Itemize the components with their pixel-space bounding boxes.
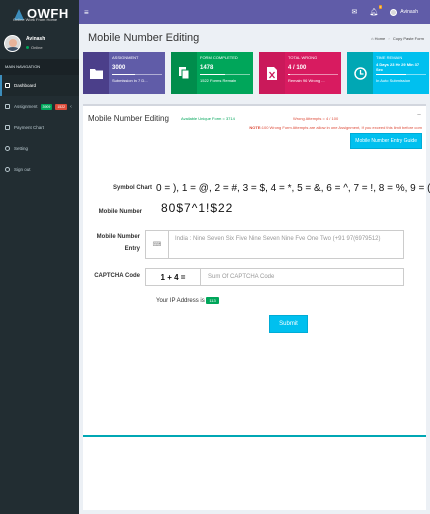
top-user-name[interactable]: Avinash	[400, 9, 418, 15]
ip-value-badge: 113	[206, 297, 219, 304]
note-text: NOTE:100 Wrong Form Attempts are allow i…	[249, 125, 422, 130]
keyboard-icon: ⌨	[146, 231, 169, 258]
entry-guide-button[interactable]: Mobile Number Entry Guide	[350, 133, 422, 149]
envelope-icon[interactable]: ✉	[352, 8, 358, 16]
submit-button[interactable]: Submit	[269, 315, 308, 333]
card-desc: In Auto Submission	[376, 78, 411, 83]
assignment-total-badge: 3909	[40, 103, 53, 110]
gear-icon	[5, 146, 10, 151]
card-title: TIME REMAIN	[376, 55, 403, 60]
chevron-left-icon: ‹	[70, 103, 72, 110]
main-navigation-header: MAIN NAVIGATION	[0, 59, 79, 75]
user-status: Online	[26, 45, 45, 50]
copy-icon	[171, 52, 197, 94]
breadcrumb-home[interactable]: Home	[375, 36, 386, 41]
captcha-field[interactable]: 1 + 4 = Sum Of CAPTCHA Code	[145, 268, 404, 286]
card-title: ASSIGNMENT	[112, 55, 139, 60]
card-assignment: ASSIGNMENT 3000 Submission in 7 D...	[83, 52, 165, 94]
card-number: 4 Days 23 Hr 29 Min 37 Sec	[376, 62, 420, 72]
card-desc: Remain 96 Wrong ...	[288, 78, 325, 83]
card-form-completed: FORM COMPLETED 1478 1522 Forms Remain	[171, 52, 253, 94]
captcha-input-placeholder[interactable]: Sum Of CAPTCHA Code	[201, 274, 274, 280]
mobile-number-label: Mobile Number	[98, 209, 142, 215]
progress-bar	[200, 74, 250, 75]
note-body: 100 Wrong Form Attempts are allow in one…	[261, 125, 422, 130]
home-icon: ⌂	[371, 36, 374, 41]
sidebar-item-assignment[interactable]: Assignment 3909 1522 ‹	[0, 96, 79, 117]
content-area: Mobile Number Editing ⌂ Home › Copy Past…	[79, 24, 430, 514]
credit-card-icon	[5, 125, 10, 130]
assignment-remain-badge: 1522	[55, 103, 68, 110]
note-prefix: NOTE:	[249, 125, 262, 130]
breadcrumb-current: Copy Paste Form	[392, 36, 424, 41]
card-title: TOTAL WRONG	[288, 55, 318, 60]
available-forms-text: Available Unique Form = 3714	[181, 116, 235, 121]
logo-tagline: Online Work From Home	[13, 17, 58, 22]
hamburger-icon[interactable]: ≡	[84, 8, 89, 17]
card-number: 1478	[200, 65, 214, 71]
sidebar-item-setting[interactable]: Setting	[0, 138, 79, 159]
captcha-label: CAPTCHA Code	[94, 273, 140, 279]
top-avatar[interactable]	[390, 8, 398, 16]
ip-label: Your IP Address is	[156, 298, 205, 304]
progress-bar	[376, 74, 426, 75]
sidebar-item-label: Sign out	[14, 167, 31, 172]
collapse-icon[interactable]: −	[417, 112, 421, 119]
edit-icon	[5, 104, 10, 109]
card-desc: Submission in 7 D...	[112, 78, 148, 83]
bell-icon[interactable]: 🔔︎ 0	[369, 5, 383, 16]
user-status-text: Online	[31, 45, 43, 50]
notification-count-badge: 0	[378, 5, 383, 9]
progress-fill	[288, 74, 290, 75]
folder-icon	[83, 52, 109, 94]
avatar	[4, 34, 21, 52]
entry-label-line2: Entry	[124, 246, 140, 252]
card-desc: 1522 Forms Remain	[200, 78, 237, 83]
wrong-attempts-text: Wrong Attempts = 4 / 100	[293, 116, 339, 121]
sidebar-item-sign-out[interactable]: Sign out	[0, 159, 79, 180]
online-dot-icon	[26, 46, 29, 49]
mobile-entry-placeholder[interactable]: India : Nine Seven Six Five Nine Seven N…	[169, 231, 387, 258]
breadcrumb-separator: ›	[388, 36, 390, 41]
lower-panel	[83, 435, 426, 510]
symbol-chart-label: Symbol Chart	[112, 185, 152, 191]
ip-address-line: Your IP Address is 113	[156, 297, 219, 304]
progress-fill	[376, 74, 406, 75]
clock-icon	[347, 52, 373, 94]
progress-fill	[112, 74, 135, 75]
power-icon	[5, 167, 10, 172]
symbol-chart-text: 0 = ), 1 = @, 2 = #, 3 = $, 4 = *, 5 = &…	[156, 183, 430, 194]
logo[interactable]: OWFH	[0, 0, 79, 28]
sidebar: OWFH Online Work From Home Avinash Onlin…	[0, 0, 79, 514]
progress-bar	[288, 74, 338, 75]
card-title: FORM COMPLETED	[200, 55, 238, 60]
card-total-wrong: TOTAL WRONG 4 / 100 Remain 96 Wrong ...	[259, 52, 341, 94]
box-title: Mobile Number Editing	[88, 114, 169, 123]
sidebar-item-label: Payment Chart	[14, 125, 45, 130]
progress-bar	[112, 74, 162, 75]
sidebar-item-label: Assignment	[14, 104, 38, 109]
sidebar-item-label: Dashboard	[14, 83, 37, 88]
dashboard-icon	[5, 83, 10, 88]
mobile-number-value: 80$7^1!$22	[161, 201, 234, 215]
top-navbar: ≡ ✉ 🔔︎ 0 Avinash	[79, 0, 430, 24]
captcha-question: 1 + 4 =	[146, 269, 201, 285]
user-panel: Avinash Online	[0, 28, 79, 58]
card-number: 4 / 100	[288, 65, 307, 71]
user-name: Avinash	[26, 36, 46, 42]
info-cards: ASSIGNMENT 3000 Submission in 7 D... FOR…	[83, 52, 429, 98]
page-title: Mobile Number Editing	[88, 32, 200, 44]
card-number: 3000	[112, 65, 126, 71]
progress-fill	[200, 74, 225, 75]
breadcrumb: ⌂ Home › Copy Paste Form	[371, 36, 424, 41]
mobile-entry-field[interactable]: ⌨ India : Nine Seven Six Five Nine Seven…	[145, 230, 404, 259]
card-time-remain: TIME REMAIN 4 Days 23 Hr 29 Min 37 Sec I…	[347, 52, 429, 94]
entry-label-line1: Mobile Number	[96, 234, 140, 240]
sidebar-item-label: Setting	[14, 146, 29, 151]
sidebar-item-payment-chart[interactable]: Payment Chart	[0, 117, 79, 138]
excel-icon	[259, 52, 285, 94]
sidebar-item-dashboard[interactable]: Dashboard	[0, 75, 79, 96]
